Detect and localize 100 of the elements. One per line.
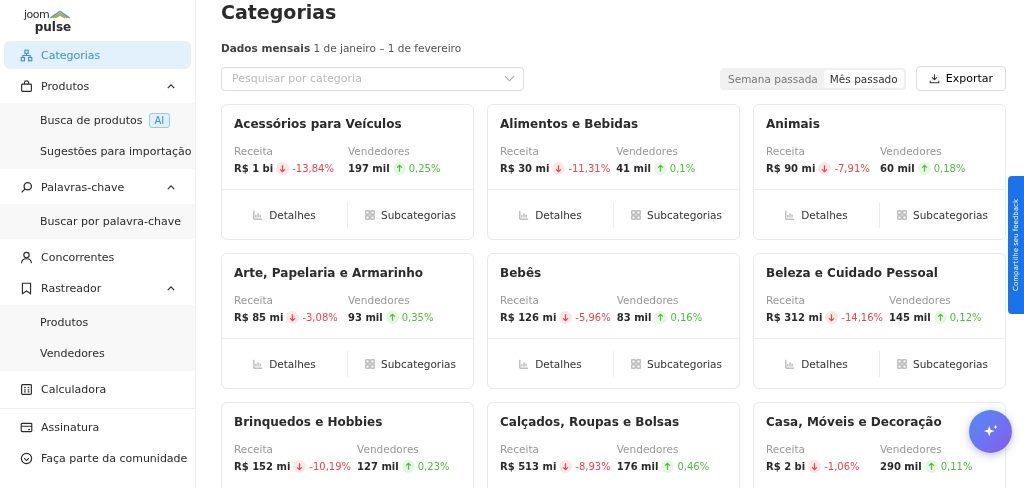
period-text: Dados mensais 1 de janeiro – 1 de fevereiro (221, 42, 463, 54)
metric-change: -10,19% (309, 461, 352, 472)
bar-chart-icon (253, 209, 264, 220)
metric-change: 0,25% (408, 163, 441, 174)
metric-label: Vendedores (616, 145, 679, 157)
metric-value: 60 mil (880, 163, 915, 174)
sidebar-subitem[interactable]: Sugestões para importação (0, 136, 195, 167)
metric-value: R$ 126 mi (500, 312, 557, 323)
metric-change: 0,12% (949, 312, 982, 323)
metric-label: Receita (500, 294, 540, 306)
metric-value: R$ 152 mi (234, 461, 291, 472)
subitem-label: Sugestões para importação (40, 145, 192, 158)
details-button[interactable]: Detalhes (222, 350, 347, 377)
metric-change: 0,35% (401, 312, 434, 323)
bar-chart-icon (785, 358, 796, 369)
metric-label: Receita (500, 145, 540, 157)
chevron-icon[interactable] (167, 83, 175, 89)
sidebar-subitem[interactable]: Buscar por palavra-chave (0, 206, 195, 237)
sidebar-item[interactable]: Palavras-chave (4, 173, 191, 201)
metric-change: 0,18% (933, 163, 966, 174)
details-button[interactable]: Detalhes (488, 201, 613, 228)
bag-icon (20, 79, 33, 93)
sidebar-subitem[interactable]: Vendedores (0, 338, 195, 369)
category-title: Alimentos e Bebidas (500, 117, 640, 131)
category-search-field[interactable]: Pesquisar por categoria (221, 66, 524, 91)
calculator-icon (20, 382, 33, 396)
grid-icon (897, 209, 907, 220)
metric-label: Receita (234, 294, 274, 306)
sidebar-subitem[interactable]: Produtos (0, 307, 195, 338)
sidebar-item[interactable]: Calculadora (4, 375, 191, 403)
metric-value: 41 mil (616, 163, 651, 174)
metric-value: R$ 513 mi (500, 461, 557, 472)
bar-chart-icon (253, 358, 264, 369)
details-button[interactable]: Detalhes (754, 350, 879, 377)
grid-icon (365, 358, 375, 369)
sidebar-item[interactable]: Produtos (4, 72, 191, 100)
metric-label: Receita (766, 294, 806, 306)
metric-label: Receita (234, 443, 274, 455)
subitem-label: Produtos (40, 316, 89, 329)
subcategories-button[interactable]: Subcategorias (613, 201, 739, 228)
metric-value: 176 mil (616, 461, 659, 472)
grid-icon (631, 209, 641, 220)
subcategories-button[interactable]: Subcategorias (879, 201, 1005, 228)
metric-value: 127 mil (357, 461, 399, 472)
metric-change: -3,08% (302, 312, 338, 323)
category-title: Acessórios para Veículos (234, 117, 403, 131)
subcategories-button[interactable]: Subcategorias (347, 201, 473, 228)
metric-value: 83 mil (616, 312, 652, 323)
details-button[interactable]: Detalhes (488, 350, 613, 377)
ai-tag: AI (148, 113, 171, 128)
download-icon (928, 73, 940, 84)
search-icon (20, 180, 33, 194)
chevron-icon[interactable] (167, 285, 175, 291)
chevron-icon[interactable] (167, 184, 175, 190)
metric-value: 290 mil (880, 461, 922, 472)
subcategories-button[interactable]: Subcategorias (347, 350, 473, 377)
export-button[interactable]: Exportar (915, 66, 1006, 91)
metric-value: R$ 1 bi (234, 163, 274, 174)
period-tab[interactable]: Mês passado (823, 69, 904, 88)
metric-change: 0,46% (677, 461, 710, 472)
category-title: Casa, Móveis e Decoração (766, 415, 943, 429)
subcategories-button[interactable]: Subcategorias (879, 350, 1005, 377)
grid-icon (631, 358, 641, 369)
metric-label: Vendedores (348, 294, 411, 306)
details-button[interactable]: Detalhes (754, 201, 879, 228)
bar-chart-icon (519, 209, 530, 220)
metric-change: 0,1% (669, 163, 696, 174)
metric-label: Vendedores (880, 443, 943, 455)
sidebar-item[interactable]: Concorrentes (4, 243, 191, 271)
hierarchy-icon (20, 48, 33, 62)
metric-change: -13,84% (292, 163, 334, 174)
grid-icon (365, 209, 375, 220)
subcategories-button[interactable]: Subcategorias (613, 350, 739, 377)
metric-change: -14,16% (841, 312, 884, 323)
logo[interactable]: joom pulse (24, 9, 72, 33)
ai-assistant-button[interactable] (969, 410, 1012, 453)
subitem-label: Buscar por palavra-chave (40, 215, 182, 228)
metric-value: R$ 85 mi (234, 312, 284, 323)
grid-icon (897, 358, 907, 369)
period-tab[interactable]: Semana passada (722, 69, 824, 88)
sidebar-subitem[interactable]: Busca de produtos AI (0, 105, 195, 136)
subitem-label: Vendedores (40, 347, 105, 360)
metric-label: Vendedores (889, 294, 952, 306)
metric-change: -8,93% (575, 461, 611, 472)
category-title: Beleza e Cuidado Pessoal (766, 266, 939, 280)
sidebar-item[interactable]: Rastreador (4, 274, 191, 302)
metric-label: Vendedores (616, 294, 680, 306)
credit-card-icon (20, 420, 33, 434)
metric-value: R$ 30 mi (500, 163, 550, 174)
subitem-label: Busca de produtos (40, 114, 143, 127)
metric-label: Receita (500, 443, 540, 455)
metric-value: R$ 312 mi (766, 312, 823, 323)
details-button[interactable]: Detalhes (222, 201, 347, 228)
person-icon (20, 250, 33, 264)
sidebar-item[interactable]: Assinatura (4, 413, 191, 441)
metric-change: -1,06% (824, 461, 860, 472)
metric-label: Vendedores (880, 145, 943, 157)
sidebar-item[interactable]: Faça parte da comunidade (4, 444, 191, 472)
metric-change: -5,96% (575, 312, 611, 323)
category-title: Animais (766, 117, 821, 131)
